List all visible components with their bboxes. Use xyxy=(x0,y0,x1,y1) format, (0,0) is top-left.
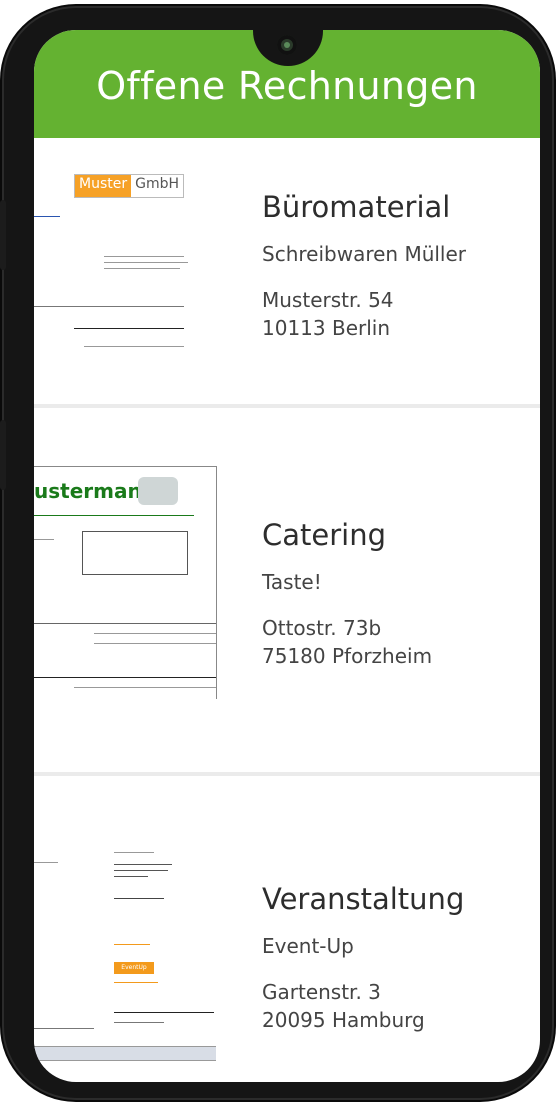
invoice-thumbnail[interactable]: Muster GmbH xyxy=(34,168,194,368)
invoice-street: Musterstr. 54 xyxy=(262,288,394,312)
side-button xyxy=(0,420,6,490)
muster-logo: Muster GmbH xyxy=(74,174,185,198)
page-title: Offene Rechnungen xyxy=(96,64,478,108)
invoice-thumbnail[interactable]: EventUp xyxy=(34,840,216,1068)
food-icon xyxy=(138,477,178,505)
invoice-city: 75180 Pforzheim xyxy=(262,644,433,668)
invoice-city: 10113 Berlin xyxy=(262,316,391,340)
invoice-list: Muster GmbH Büromaterial Schreibwaren Mü… xyxy=(34,138,540,1082)
invoice-company: Schreibwaren Müller xyxy=(262,242,467,266)
invoice-card-catering[interactable]: ustermann Catering Taste! Ottostr. 73b 7… xyxy=(34,408,540,776)
invoice-thumbnail[interactable]: ustermann xyxy=(34,466,217,699)
invoice-card-veranstaltung[interactable]: EventUp Veranstaltung Event-Up Gartenstr… xyxy=(34,776,540,1082)
invoice-info: Büromaterial Schreibwaren Müller Musters… xyxy=(262,190,466,340)
invoice-title: Büromaterial xyxy=(262,190,451,224)
invoice-info: Veranstaltung Event-Up Gartenstr. 3 2009… xyxy=(262,882,464,1032)
invoice-company: Taste! xyxy=(262,570,322,594)
invoice-company: Event-Up xyxy=(262,934,354,958)
invoice-title: Veranstaltung xyxy=(262,882,465,916)
invoice-card-bueromaterial[interactable]: Muster GmbH Büromaterial Schreibwaren Mü… xyxy=(34,138,540,408)
invoice-info: Catering Taste! Ottostr. 73b 75180 Pforz… xyxy=(262,518,432,668)
side-button xyxy=(0,200,6,270)
eventup-logo: EventUp xyxy=(114,962,154,974)
screen: Offene Rechnungen Muster GmbH Büromateri… xyxy=(34,30,540,1082)
invoice-title: Catering xyxy=(262,518,387,552)
invoice-city: 20095 Hamburg xyxy=(262,1008,425,1032)
camera-icon xyxy=(277,35,297,55)
invoice-street: Ottostr. 73b xyxy=(262,616,382,640)
invoice-street: Gartenstr. 3 xyxy=(262,980,381,1004)
